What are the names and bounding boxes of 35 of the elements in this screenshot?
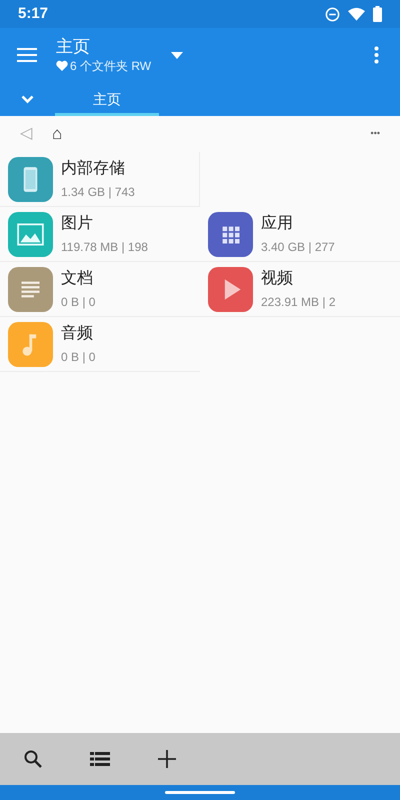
storage-item[interactable]: 文档 0 B | 0 [0,262,200,317]
item-info: 0 B | 0 [61,294,96,310]
battery-icon [373,6,382,22]
item-name: 应用 [261,214,294,234]
item-name: 文档 [61,268,94,288]
home-button[interactable]: ⌂ [52,121,62,147]
tab[interactable]: 主页 [55,82,159,116]
status-time: 5:17 [18,4,48,24]
item-name: 音频 [61,324,94,344]
search-icon[interactable] [23,749,43,769]
wifi-icon [348,7,365,21]
collapse-icon[interactable] [21,94,34,104]
dropdown-icon[interactable] [171,52,184,58]
item-name: 图片 [61,214,94,234]
folder-summary: 6 个文件夹 RW [70,58,152,74]
item-info: 0 B | 0 [61,348,96,366]
storage-item[interactable]: 视频 223.91 MB | 2 [200,262,400,317]
item-info: 223.91 MB | 2 [261,294,336,310]
heart-icon [56,60,68,71]
add-icon[interactable] [157,749,177,769]
app-title: 主页 [56,36,91,56]
do-not-disturb-icon [325,6,340,22]
storage-item[interactable]: 内部存储 1.34 GB | 743 [0,152,200,207]
more-button[interactable]: ••• [370,127,380,141]
item-name: 内部存储 [61,158,126,178]
list-icon[interactable] [90,751,110,767]
item-info: 3.40 GB | 277 [261,238,335,256]
storage-item[interactable]: 应用 3.40 GB | 277 [200,207,400,262]
menu-icon[interactable] [17,47,37,63]
item-name: 视频 [261,268,294,288]
item-info: 1.34 GB | 743 [61,184,135,200]
storage-item[interactable]: 图片 119.78 MB | 198 [0,207,200,262]
more-options-icon[interactable] [374,46,379,64]
storage-item[interactable]: 音频 0 B | 0 [0,317,200,372]
item-info: 119.78 MB | 198 [61,238,148,256]
